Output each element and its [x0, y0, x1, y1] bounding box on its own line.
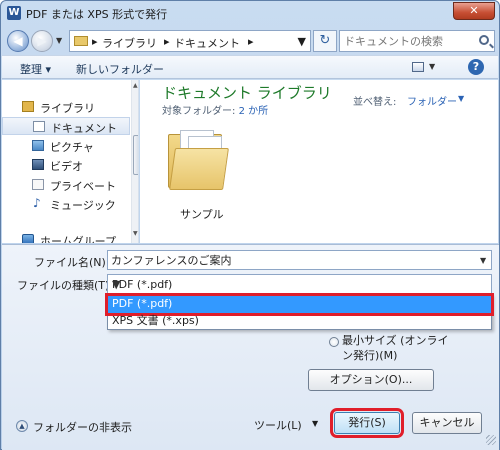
publish-dialog: W PDF または XPS 形式で発行 ✕ ◀ ▶ ▼ ▸ ライブラリ ▸ ドキ… — [0, 0, 500, 450]
sort-label: 並べ替え: — [353, 97, 397, 108]
filetype-label: ファイルの種類(T): — [17, 279, 114, 292]
forward-button[interactable]: ▶ — [31, 30, 53, 52]
view-options-icon[interactable] — [412, 62, 424, 72]
hide-folders-button[interactable]: フォルダーの非表示 — [33, 419, 132, 435]
file-list-pane: ドキュメント ライブラリ 対象フォルダー: 2 か所 並べ替え: フォルダー ▼… — [140, 80, 498, 243]
recent-pages-chevron-icon[interactable]: ▼ — [56, 36, 62, 45]
scroll-up-icon[interactable]: ▲ — [133, 82, 138, 89]
navigation-bar: ◀ ▶ ▼ ▸ ライブラリ ▸ ドキュメント ▸ ▼ ↻ — [5, 29, 495, 53]
view-dropdown-icon[interactable]: ▼ — [429, 62, 435, 71]
private-icon — [32, 179, 44, 190]
breadcrumb-separator-icon[interactable]: ▸ — [164, 35, 170, 48]
filetype-option-xps[interactable]: XPS 文書 (*.xps) — [108, 313, 491, 330]
min-size-radio[interactable] — [329, 337, 339, 347]
navigation-pane: ライブラリ ドキュメント ピクチャ ビデオ プライベート ♪ ミュージック ホー… — [2, 80, 139, 243]
sort-by-link[interactable]: フォルダー — [407, 93, 457, 108]
min-size-label[interactable]: 最小サイズ (オンライン発行)(M) — [342, 333, 452, 363]
sidebar-item-label: ビデオ — [50, 160, 83, 173]
filename-input[interactable] — [107, 250, 492, 270]
chevron-down-icon[interactable]: ▼ — [112, 278, 486, 291]
subtitle-prefix: 対象フォルダー: — [162, 106, 239, 117]
folder-name[interactable]: サンプル — [180, 206, 224, 222]
breadcrumb-item[interactable]: ドキュメント — [174, 35, 240, 51]
close-button[interactable]: ✕ — [453, 2, 495, 20]
options-button[interactable]: オプション(O)... — [308, 369, 434, 391]
sidebar-item-label: ミュージック — [50, 199, 116, 212]
sidebar-item-music[interactable]: ♪ ミュージック — [2, 195, 130, 213]
picture-icon — [32, 140, 44, 151]
sidebar-item-label: ホームグループ — [40, 235, 117, 243]
sort-dropdown-icon[interactable]: ▼ — [458, 94, 464, 103]
command-toolbar: 整理 ▾ 新しいフォルダー ▼ ? — [2, 55, 498, 79]
filetype-select[interactable]: PDF (*.pdf) ▼ — [107, 274, 492, 294]
scroll-thumb[interactable] — [133, 135, 138, 175]
sidebar-scrollbar[interactable]: ▲ ▼ — [131, 80, 138, 243]
breadcrumb-separator-icon[interactable]: ▸ — [248, 35, 254, 48]
sidebar-item-label: プライベート — [50, 180, 116, 193]
organize-button[interactable]: 整理 ▾ — [20, 61, 51, 77]
address-dropdown-icon[interactable]: ▼ — [298, 35, 306, 48]
library-title: ドキュメント ライブラリ — [162, 84, 332, 102]
search-box[interactable] — [339, 30, 495, 52]
cancel-button[interactable]: キャンセル — [412, 412, 482, 434]
back-button[interactable]: ◀ — [7, 30, 29, 52]
document-icon — [33, 121, 45, 132]
word-app-icon: W — [7, 6, 21, 20]
folder-front — [169, 148, 229, 190]
help-icon[interactable]: ? — [468, 59, 484, 75]
filename-label: ファイル名(N): — [34, 256, 110, 269]
sidebar-item-documents[interactable]: ドキュメント — [2, 117, 130, 135]
collapse-icon[interactable]: ▲ — [16, 420, 28, 432]
sidebar-item-homegroup[interactable]: ホームグループ — [2, 231, 130, 243]
filetype-dropdown-list: PDF (*.pdf) XPS 文書 (*.xps) — [105, 293, 494, 330]
window-title: PDF または XPS 形式で発行 — [26, 8, 168, 21]
folder-icon — [74, 36, 88, 46]
sidebar-item-label: ドキュメント — [51, 122, 117, 135]
publish-button[interactable]: 発行(S) — [330, 408, 404, 438]
search-icon[interactable] — [479, 35, 489, 45]
scroll-down-icon[interactable]: ▼ — [133, 230, 138, 237]
locations-link[interactable]: 2 か所 — [239, 106, 269, 117]
filetype-option-pdf[interactable]: PDF (*.pdf) — [105, 293, 494, 316]
sidebar-item-libraries[interactable]: ライブラリ — [2, 98, 130, 116]
library-subtitle: 対象フォルダー: 2 か所 — [162, 102, 268, 117]
breadcrumb-item[interactable]: ライブラリ — [102, 35, 157, 51]
new-folder-button[interactable]: 新しいフォルダー — [76, 61, 164, 77]
address-bar[interactable]: ▸ ライブラリ ▸ ドキュメント ▸ ▼ — [69, 30, 311, 52]
homegroup-icon — [22, 234, 34, 243]
sidebar-item-label: ライブラリ — [40, 102, 95, 115]
sidebar-item-label: ピクチャ — [50, 141, 94, 154]
search-input[interactable] — [344, 33, 474, 49]
tools-button[interactable]: ツール(L) — [254, 417, 302, 433]
sidebar-item-private[interactable]: プライベート — [2, 176, 130, 194]
refresh-icon[interactable]: ↻ — [313, 30, 337, 52]
library-icon — [22, 101, 34, 112]
music-icon: ♪ — [33, 196, 41, 210]
tools-dropdown-icon[interactable]: ▼ — [312, 419, 318, 428]
video-icon — [32, 159, 44, 170]
filename-dropdown-icon[interactable]: ▼ — [480, 256, 486, 265]
save-options-panel: ファイル名(N): ▼ ファイルの種類(T): PDF (*.pdf) ▼ PD… — [2, 244, 499, 450]
breadcrumb-separator-icon[interactable]: ▸ — [92, 35, 98, 48]
resize-grip[interactable] — [486, 435, 496, 445]
sidebar-item-videos[interactable]: ビデオ — [2, 156, 130, 174]
title-bar: W PDF または XPS 形式で発行 ✕ — [1, 1, 499, 27]
sidebar-item-pictures[interactable]: ピクチャ — [2, 137, 130, 155]
folder-item[interactable] — [168, 130, 229, 192]
